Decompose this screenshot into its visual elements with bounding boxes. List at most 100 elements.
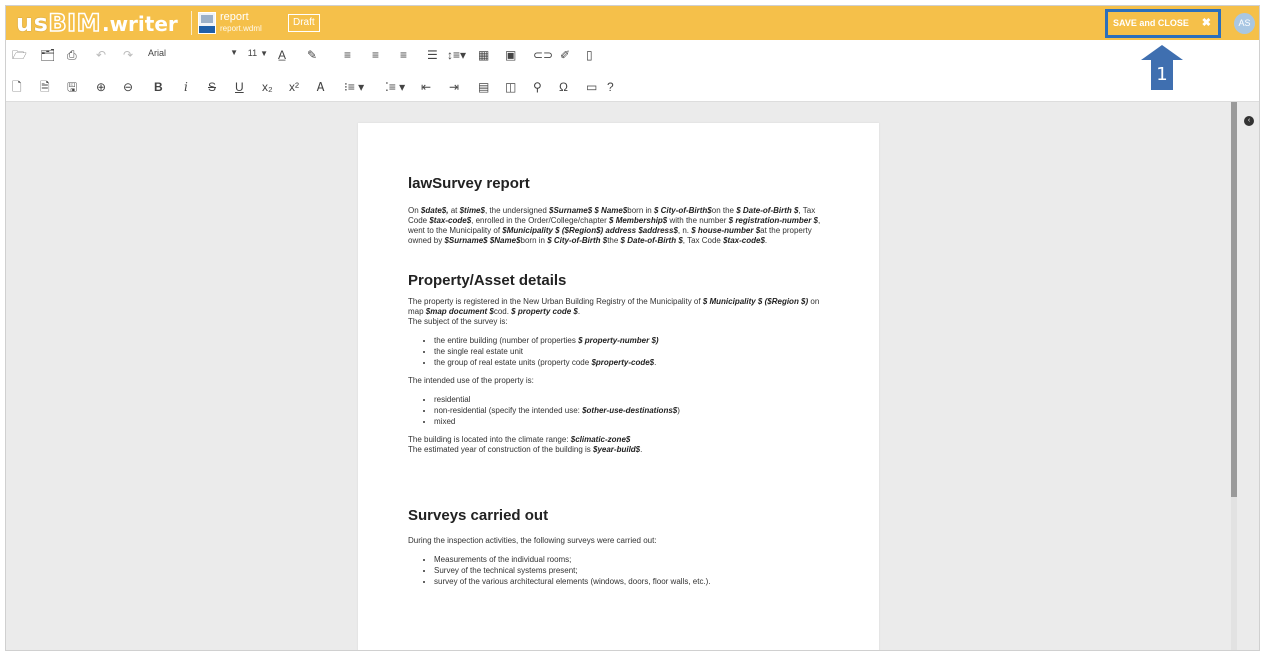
chevron-down-icon: ▼ [230, 48, 238, 57]
user-avatar[interactable]: AS [1234, 13, 1255, 34]
placeholder-field: $Surname$ $ Name$ [549, 206, 628, 215]
placeholder-field: $ Date-of-Birth $ [620, 236, 683, 245]
save-icon[interactable]: 🖫 [67, 80, 77, 94]
zoom-out-icon[interactable]: ⊖ [123, 80, 133, 94]
placeholder-field: $Surname$ $Name$ [444, 236, 521, 245]
placeholder-field: $ Membership$ [609, 216, 668, 225]
indent-icon[interactable]: ⇥ [449, 80, 459, 94]
section-heading-surveys: Surveys carried out [408, 507, 549, 524]
highlight-icon[interactable]: ✎ [307, 48, 317, 62]
document-icon [198, 12, 216, 34]
app-logo: us BIM .writer [16, 8, 178, 38]
placeholder-field: $ house-number $ [691, 226, 761, 235]
insert-field-icon[interactable]: ◫ [505, 80, 516, 94]
status-badge: Draft [288, 14, 320, 32]
align-justify-icon[interactable]: ☰ [427, 48, 438, 62]
bullet-list-icon[interactable]: ⁚≡ ▾ [385, 80, 405, 94]
superscript-icon[interactable]: x² [289, 80, 299, 94]
placeholder-field: $property-code$ [591, 358, 655, 367]
use-list: residentialnon-residential (specify the … [408, 394, 833, 427]
new-document-icon[interactable]: 🗋 [12, 80, 22, 94]
underline-icon[interactable]: U [235, 80, 244, 94]
logo-us: us [16, 9, 49, 37]
writer-app-window: us BIM .writer report report.wdml Draft SA… [5, 5, 1260, 651]
undo-icon[interactable]: ↶ [96, 48, 106, 62]
font-size-select[interactable]: 11 ▼ [238, 48, 268, 58]
italic-icon[interactable]: i [184, 80, 188, 94]
placeholder-field: $map document $ [425, 307, 494, 316]
placeholder-field: $ registration-number $ [728, 216, 818, 225]
placeholder-field: $ City-of-Birth$ [653, 206, 712, 215]
placeholder-field: $ property-number $) [578, 336, 659, 345]
table-icon[interactable]: ▦ [478, 48, 489, 62]
text-color-icon[interactable]: A̲ [278, 48, 286, 62]
align-right-icon[interactable]: ≡ [400, 48, 407, 62]
placeholder-field: $climatic-zone$ [570, 435, 631, 444]
list-item: non-residential (specify the intended us… [434, 405, 833, 416]
placeholder-field: $ Municipality $ ($Region $) [702, 297, 809, 306]
list-item: Survey of the technical systems present; [434, 565, 833, 576]
climate-line: The building is located into the climate… [408, 435, 631, 444]
document-page[interactable]: lawSurvey report On $date$, at $time$, t… [358, 123, 879, 650]
save-close-label: SAVE and CLOSE [1113, 18, 1189, 28]
search-icon[interactable]: ⚲ [533, 80, 542, 94]
zoom-in-icon[interactable]: ⊕ [96, 80, 106, 94]
use-line: The intended use of the property is: [408, 376, 534, 385]
print-icon[interactable]: ⎙ [67, 48, 77, 62]
placeholder-field: $year-build$ [593, 445, 641, 454]
surveys-list: Measurements of the individual rooms;Sur… [408, 554, 833, 587]
bold-icon[interactable]: B [154, 80, 163, 94]
document-title[interactable]: report [220, 12, 249, 23]
placeholder-field: $ City-of-Birth $ [547, 236, 608, 245]
list-item: the single real estate unit [434, 346, 833, 357]
logo-bim: BIM [48, 8, 102, 38]
document-filename: report.wdml [220, 24, 262, 33]
editor-toolbar: 🗁 🗂 ⎙ ↶ ↷ Arial ▼ 11 ▼ A̲ ✎ ≡ ≡ ≡ ☰ ↕≡▾ ▦ … [6, 40, 1259, 102]
align-center-icon[interactable]: ≡ [372, 48, 379, 62]
font-family-select[interactable]: Arial ▼ [148, 48, 238, 58]
table-properties-icon[interactable]: ▤ [478, 80, 489, 94]
list-item: Measurements of the individual rooms; [434, 554, 833, 565]
outdent-icon[interactable]: ⇤ [421, 80, 431, 94]
placeholder-field: $tax-code$ [429, 216, 472, 225]
chevron-left-icon[interactable]: ‹ [1244, 116, 1254, 126]
font-family-value: Arial [148, 48, 167, 58]
document-heading: lawSurvey report [408, 175, 530, 192]
special-char-icon[interactable]: Ω [559, 80, 568, 94]
placeholder-field: $Municipality $ ($Region$) address $addr… [502, 226, 678, 235]
placeholder-field: $date$, [420, 206, 449, 215]
document-properties-icon[interactable]: 🗎 [40, 80, 50, 94]
app-header: us BIM .writer report report.wdml Draft SA… [6, 6, 1259, 40]
year-line: The estimated year of construction of th… [408, 445, 643, 454]
surveys-intro: During the inspection activities, the fo… [408, 536, 657, 545]
subject-list: the entire building (number of propertie… [408, 335, 833, 368]
clear-format-icon[interactable]: Ꭺ [317, 80, 325, 94]
scrollbar-thumb[interactable] [1231, 102, 1237, 497]
page-break-icon[interactable]: ▯ [586, 48, 593, 62]
redo-icon[interactable]: ↷ [123, 48, 133, 62]
align-left-icon[interactable]: ≡ [344, 48, 351, 62]
intro-paragraph: On $date$, at $time$, the undersigned $S… [408, 206, 821, 245]
section-heading-property: Property/Asset details [408, 272, 567, 289]
list-item: survey of the various architectural elem… [434, 576, 833, 587]
document-content[interactable]: lawSurvey report On $date$, at $time$, t… [408, 175, 833, 595]
subscript-icon[interactable]: x₂ [262, 80, 273, 94]
placeholder-field: $ property code $ [511, 307, 578, 316]
strikethrough-icon[interactable]: S [208, 80, 216, 94]
open-template-icon[interactable]: 🗂 [40, 48, 55, 62]
annotation-number: 1 [1156, 64, 1168, 85]
edit-document-icon[interactable]: ✐ [560, 48, 570, 62]
close-icon: ✖ [1201, 17, 1211, 29]
image-icon[interactable]: ▣ [505, 48, 516, 62]
save-close-button[interactable]: SAVE and CLOSE ✖ [1109, 13, 1217, 34]
open-folder-icon[interactable]: 🗁 [12, 48, 27, 62]
link-icon[interactable]: ⊂⊃ [533, 48, 553, 62]
font-size-value: 11 [247, 48, 258, 58]
help-icon[interactable]: ? [607, 80, 614, 94]
preview-icon[interactable]: ▭ [586, 80, 597, 94]
placeholder-field: $other-use-destinations$ [582, 406, 678, 415]
line-spacing-icon[interactable]: ↕≡▾ [447, 48, 466, 62]
numbered-list-icon[interactable]: ⁝≡ ▾ [344, 80, 364, 94]
header-divider [191, 11, 192, 35]
annotation-arrow-head [1141, 45, 1183, 60]
